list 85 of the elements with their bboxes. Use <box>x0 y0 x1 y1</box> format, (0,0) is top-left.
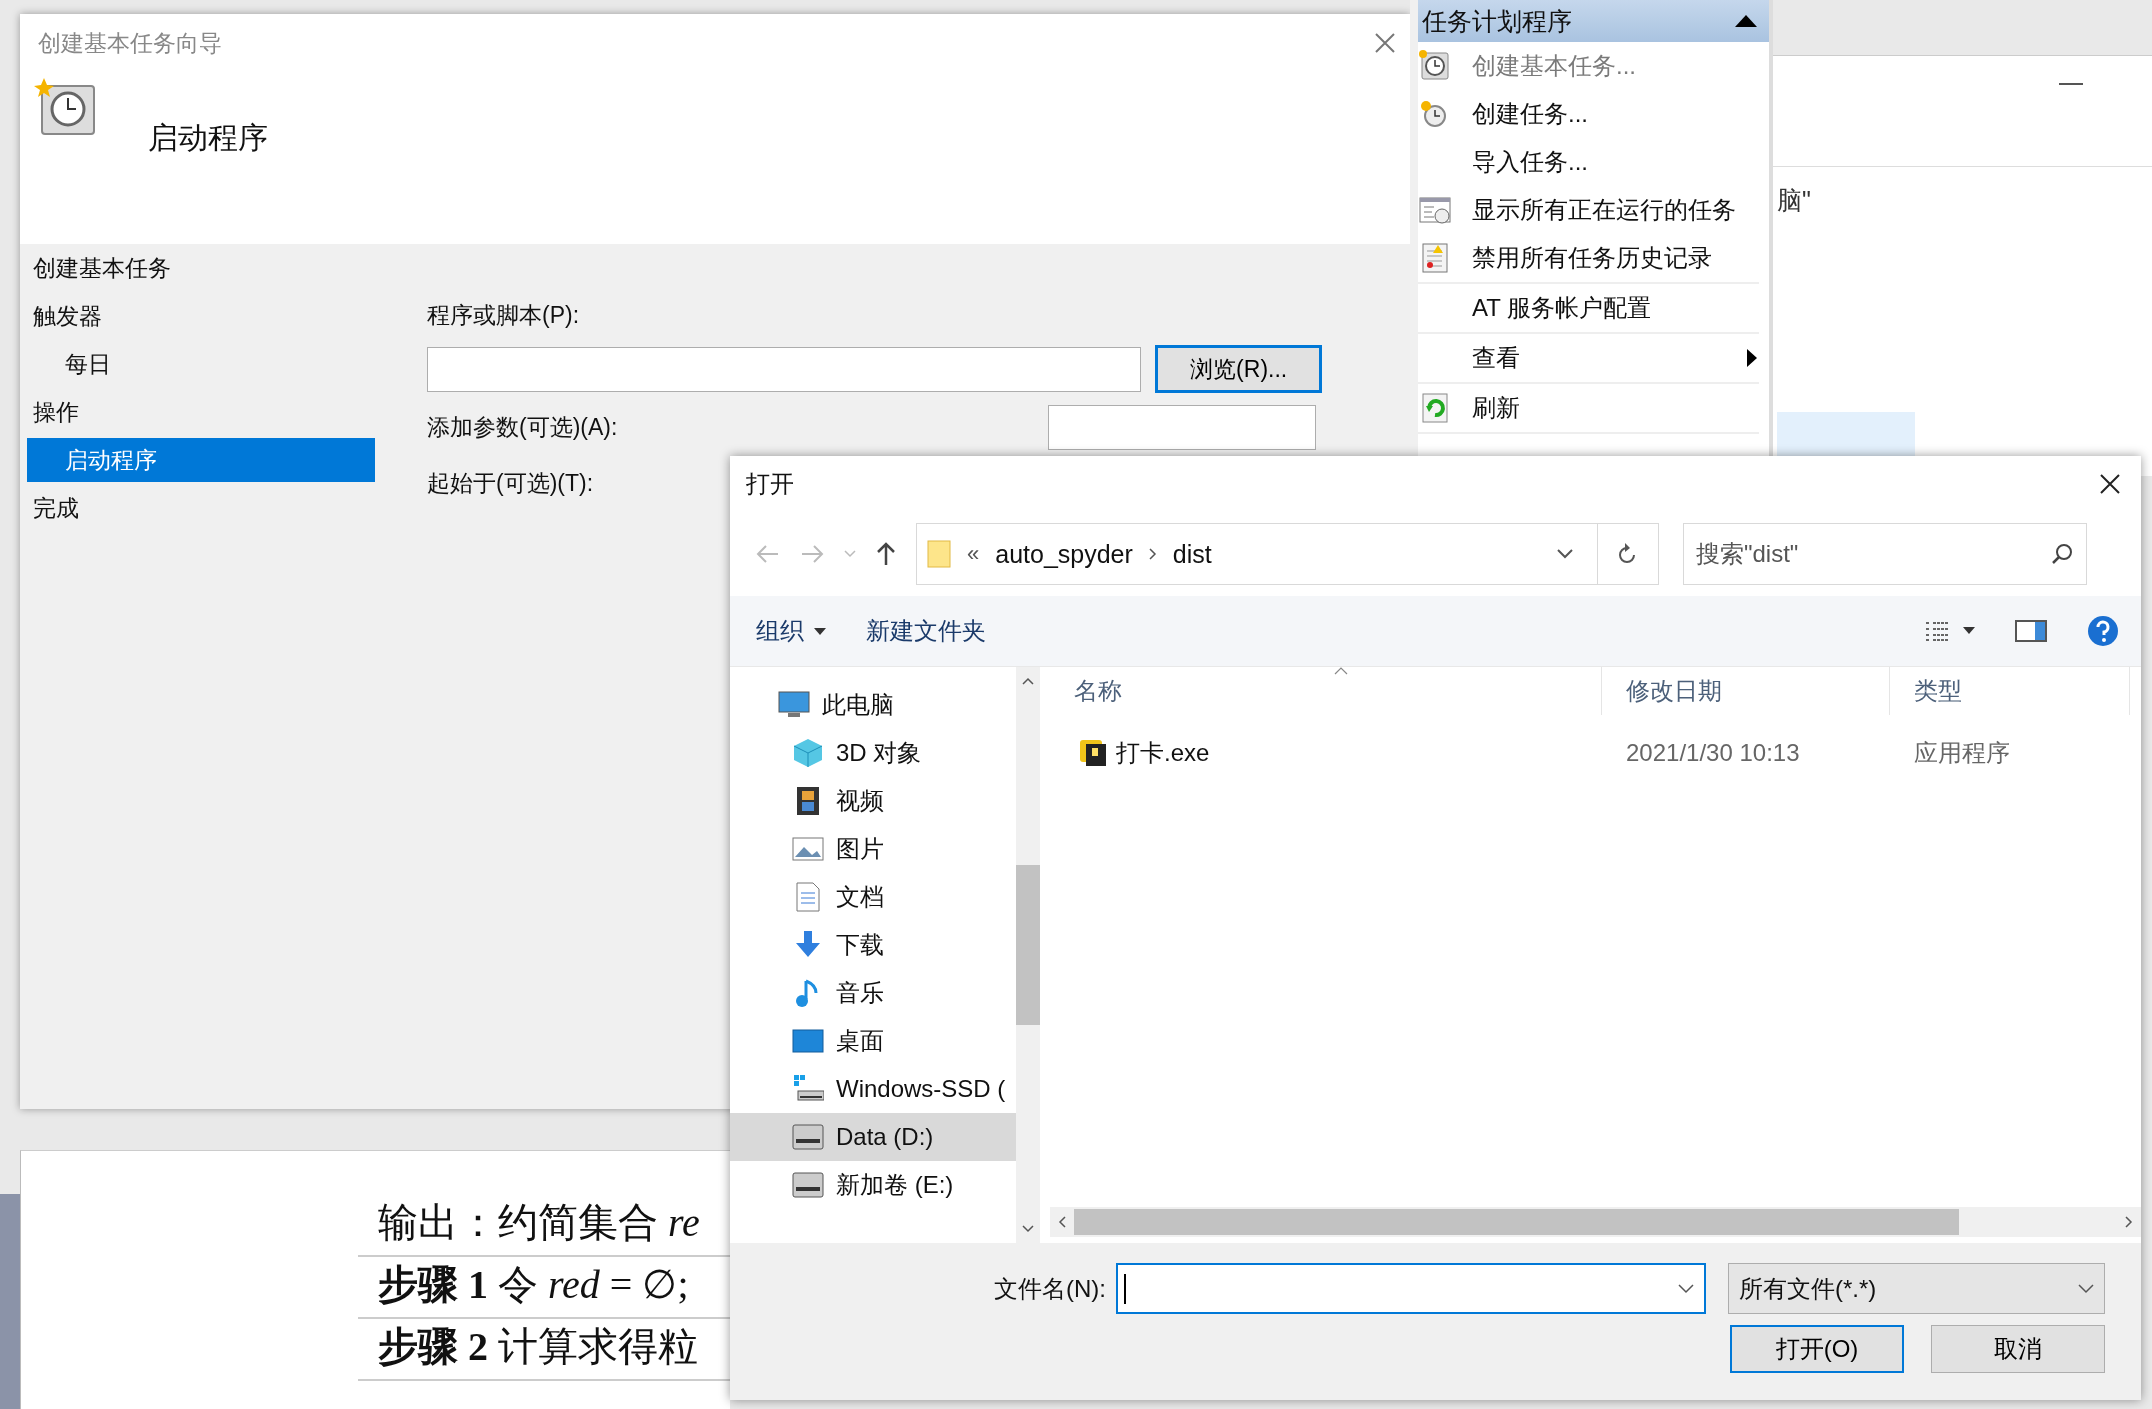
organize-button[interactable]: 组织 <box>756 615 826 647</box>
scrollbar[interactable] <box>1050 1207 2141 1237</box>
preview-pane-icon[interactable] <box>2015 620 2047 642</box>
chevron-right-icon <box>1148 548 1157 560</box>
tree-item[interactable]: 桌面 <box>730 1017 1016 1065</box>
window-title: 打开 <box>746 469 794 499</box>
close-icon[interactable] <box>2099 473 2121 495</box>
scroll-right-icon[interactable] <box>2125 1216 2133 1228</box>
minimize-icon[interactable] <box>2059 82 2083 86</box>
scroll-up-icon[interactable] <box>1022 677 1034 685</box>
field-label: 起始于(可选)(T): <box>427 469 594 498</box>
input-field[interactable] <box>427 346 1142 392</box>
tree-item[interactable]: 文档 <box>730 873 1016 921</box>
scroll-down-icon[interactable] <box>1022 1225 1034 1233</box>
caret-icon <box>814 627 826 635</box>
column-header[interactable]: 名称 <box>1050 667 1602 715</box>
tree-item[interactable]: 此电脑 <box>730 681 1016 729</box>
menu-item[interactable]: 禁用所有任务历史记录 <box>1472 242 1759 274</box>
field-label: 文件名(N): <box>994 1273 1106 1304</box>
menu-item[interactable]: 导入任务... <box>1472 146 1759 178</box>
menu-item[interactable]: 创建任务... <box>1472 98 1759 130</box>
menu-item[interactable]: AT 服务帐户配置 <box>1472 292 1759 324</box>
up-arrow-icon[interactable] <box>876 542 896 566</box>
field-label: 程序或脚本(P): <box>427 301 581 330</box>
tree-item[interactable]: Windows-SSD ( <box>730 1065 1016 1113</box>
search-icon[interactable] <box>2051 543 2073 565</box>
tree-item[interactable]: Data (D:) <box>730 1113 1016 1161</box>
scrollbar[interactable] <box>1016 667 1040 1243</box>
search-field[interactable]: 搜索"dist" <box>1683 523 2087 585</box>
tree-item[interactable]: 3D 对象 <box>730 729 1016 777</box>
view-options-icon[interactable] <box>1925 621 1975 641</box>
breadcrumb[interactable]: dist <box>1172 539 1212 569</box>
breadcrumb-overflow[interactable]: « <box>967 541 980 567</box>
address-bar[interactable]: « auto_spyder dist <box>916 523 1659 585</box>
field-label: 添加参数(可选)(A): <box>427 413 618 442</box>
file-name[interactable]: 打卡.exe <box>1116 737 1210 769</box>
header-title: 任务计划程序 <box>1422 5 1572 37</box>
wizard-step[interactable]: 每日 <box>27 342 375 386</box>
refresh-icon[interactable] <box>1616 542 1638 566</box>
chevron-down-icon[interactable] <box>1557 549 1573 559</box>
wizard-step[interactable]: 启动程序 <box>27 438 375 482</box>
scroll-left-icon[interactable] <box>1058 1216 1066 1228</box>
column-header[interactable]: 类型 <box>1890 667 2130 715</box>
open-button[interactable]: 打开(O) <box>1730 1325 1904 1373</box>
new-folder-button[interactable]: 新建文件夹 <box>866 615 986 647</box>
wizard-step[interactable]: 创建基本任务 <box>27 246 375 290</box>
window-text: 脑" <box>1777 185 1811 216</box>
menu-item[interactable]: 查看 <box>1472 342 1747 374</box>
sort-caret-icon <box>1334 667 1348 675</box>
panel-header[interactable]: 任务计划程序 <box>1418 0 1769 42</box>
column-header[interactable]: 修改日期 <box>1602 667 1890 715</box>
collapse-icon[interactable] <box>1735 15 1757 27</box>
scroll-thumb[interactable] <box>1016 865 1040 1025</box>
table-cell-text: 应用程序 <box>1913 738 2011 768</box>
wizard-step[interactable]: 完成 <box>27 486 375 530</box>
app-icon <box>1078 738 1108 768</box>
chevron-down-icon <box>2078 1283 2094 1294</box>
wizard-step[interactable]: 操作 <box>27 390 375 434</box>
tree-item[interactable]: 音乐 <box>730 969 1016 1017</box>
browse-button[interactable]: 浏览(R)... <box>1155 345 1322 393</box>
clock-icon <box>34 76 98 138</box>
submenu-arrow-icon[interactable] <box>1747 349 1757 367</box>
help-icon[interactable] <box>2087 615 2119 647</box>
wizard-step[interactable]: 触发器 <box>27 294 375 338</box>
table-cell-text: 2021/1/30 10:13 <box>1625 739 1801 767</box>
breadcrumb[interactable]: auto_spyder <box>995 539 1133 569</box>
window-title: 创建基本任务向导 <box>38 28 222 58</box>
tree-item[interactable]: 下载 <box>730 921 1016 969</box>
tree-item[interactable]: 图片 <box>730 825 1016 873</box>
folder-icon <box>927 539 951 569</box>
drive-icon <box>792 1169 824 1201</box>
tree-item[interactable]: 新加卷 (E:) <box>730 1161 1016 1209</box>
tree-item[interactable]: 视频 <box>730 777 1016 825</box>
menu-item[interactable]: 刷新 <box>1472 392 1759 424</box>
cancel-button[interactable]: 取消 <box>1931 1325 2105 1373</box>
filename-field[interactable] <box>1116 1263 1706 1314</box>
cube-icon <box>792 737 824 769</box>
file-type-dropdown[interactable]: 所有文件(*.*) <box>1728 1263 2105 1314</box>
input-field[interactable] <box>1048 405 1316 450</box>
task-icon <box>1418 49 1452 83</box>
page-heading: 启动程序 <box>148 120 268 156</box>
menu-item[interactable]: 显示所有正在运行的任务 <box>1472 194 1759 226</box>
scroll-thumb[interactable] <box>1074 1209 1959 1235</box>
chevron-down-icon <box>1678 1283 1694 1294</box>
drive-icon <box>792 1121 824 1153</box>
